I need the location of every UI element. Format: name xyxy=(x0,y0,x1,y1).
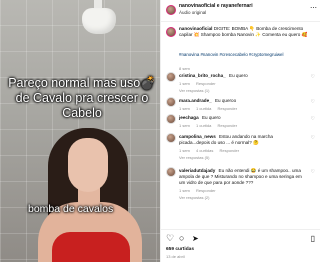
red-top xyxy=(52,232,130,262)
view-replies-button[interactable]: Ver respostas (2) xyxy=(179,195,209,200)
comment-time: 1 sem xyxy=(179,106,190,111)
bookmark-icon[interactable]: ▯ xyxy=(311,234,315,243)
comments-list[interactable]: nanovinaoficial DIGITE: BOMBA 👇 Bomba de… xyxy=(161,23,320,228)
caption-avatar[interactable] xyxy=(166,27,176,37)
caption-hashtags[interactable]: #nanovina #nanovin #crescecabelo #crypto… xyxy=(179,52,317,58)
comment-time: 1 sem xyxy=(179,123,190,128)
view-replies-button[interactable]: Ver respostas (1) xyxy=(179,88,209,93)
comment-likes-count: 1 curtida xyxy=(196,106,212,111)
shower-head xyxy=(82,8,116,34)
post-header: nanovinaoficial e rayanefernari Áudio or… xyxy=(161,0,320,22)
comment-time: 1 sem xyxy=(179,188,190,193)
comment-icon[interactable]: ○ xyxy=(179,234,184,243)
comment-like-icon[interactable]: ♡ xyxy=(311,74,315,80)
comment-likes-count: 4 curtidas xyxy=(196,148,214,153)
comment-likes-count: 1 curtida xyxy=(196,123,212,128)
video-overlay-label: bomba de cavalos xyxy=(28,203,114,215)
heart-icon[interactable]: ♡ xyxy=(166,234,174,243)
post-panel: nanovinaoficial e rayanefernari Áudio or… xyxy=(160,0,320,262)
video-overlay-caption: Pareço normal mas uso💣 de Cavalo pra cre… xyxy=(8,76,156,120)
commenter-avatar[interactable] xyxy=(166,114,176,124)
author-avatar[interactable] xyxy=(166,5,176,15)
caption-text: nanovinaoficial DIGITE: BOMBA 👇 Bomba de… xyxy=(179,26,317,38)
comment-text: valeriadutdajady Eu não entendi 😂 é um s… xyxy=(179,168,305,186)
comment-body: Eu queroo xyxy=(214,98,237,103)
comment-reply-button[interactable]: Responder xyxy=(220,148,240,153)
comment-meta: 1 sem Responder xyxy=(179,188,221,193)
comment-body: Eu quero xyxy=(229,73,248,78)
commenter-username[interactable]: campolina_news xyxy=(179,134,216,139)
audio-link[interactable]: Áudio original xyxy=(179,10,206,15)
comment-like-icon[interactable]: ♡ xyxy=(311,99,315,105)
comment-meta: 1 sem 1 curtida Responder xyxy=(179,106,242,111)
post-actions: ♡ ○ ➤ ▯ 659 curtidas 13 de abril xyxy=(161,229,320,262)
commenter-username[interactable]: valeriadutdajady xyxy=(179,168,215,173)
comment-time: 1 sem xyxy=(179,148,190,153)
comment-meta: 1 sem Responder xyxy=(179,81,221,86)
share-icon[interactable]: ➤ xyxy=(192,234,199,243)
comment-like-icon[interactable]: ♡ xyxy=(311,169,315,175)
caption-username[interactable]: nanovinaoficial xyxy=(179,26,212,31)
comment-meta: 1 sem 1 curtida Responder xyxy=(179,123,242,128)
comment-text: jeechaga Eu quero xyxy=(179,115,305,121)
commenter-avatar[interactable] xyxy=(166,167,176,177)
comment-reply-button[interactable]: Responder xyxy=(196,188,216,193)
comment-text: cristina_brito_rocha_ Eu quero xyxy=(179,73,305,79)
person-figure xyxy=(38,120,142,262)
post-date: 13 de abril xyxy=(166,254,185,259)
comment-like-icon[interactable]: ♡ xyxy=(311,116,315,122)
comment-reply-button[interactable]: Responder xyxy=(218,123,238,128)
commenter-avatar[interactable] xyxy=(166,133,176,143)
commenter-username[interactable]: jeechaga xyxy=(179,115,199,120)
comment-text: mara.andrade_ Eu queroo xyxy=(179,98,305,104)
author-username[interactable]: nanovinaoficial e rayanefernari xyxy=(179,3,253,9)
caption-time: 8 sem xyxy=(179,66,190,71)
more-icon[interactable]: ⋯ xyxy=(310,5,317,12)
commenter-avatar[interactable] xyxy=(166,72,176,82)
comment-reply-button[interactable]: Responder xyxy=(218,106,238,111)
comment-time: 1 sem xyxy=(179,81,190,86)
commenter-username[interactable]: cristina_brito_rocha_ xyxy=(179,73,226,78)
comment-meta: 1 sem 4 curtidas Responder xyxy=(179,148,244,153)
caption-title: DIGITE: BOMBA 👇 xyxy=(213,26,255,31)
comment-body: Eu quero xyxy=(201,115,221,120)
likes-count[interactable]: 659 curtidas xyxy=(166,247,194,252)
face xyxy=(68,138,108,192)
view-replies-button[interactable]: Ver respostas (5) xyxy=(179,155,209,160)
commenter-avatar[interactable] xyxy=(166,97,176,107)
commenter-username[interactable]: mara.andrade_ xyxy=(179,98,212,103)
comment-reply-button[interactable]: Responder xyxy=(196,81,216,86)
comment-like-icon[interactable]: ♡ xyxy=(311,135,315,141)
reel-video[interactable]: Pareço normal mas uso💣 de Cavalo pra cre… xyxy=(0,0,160,262)
comment-text: campolina_news Estou andando na marcha p… xyxy=(179,134,305,146)
